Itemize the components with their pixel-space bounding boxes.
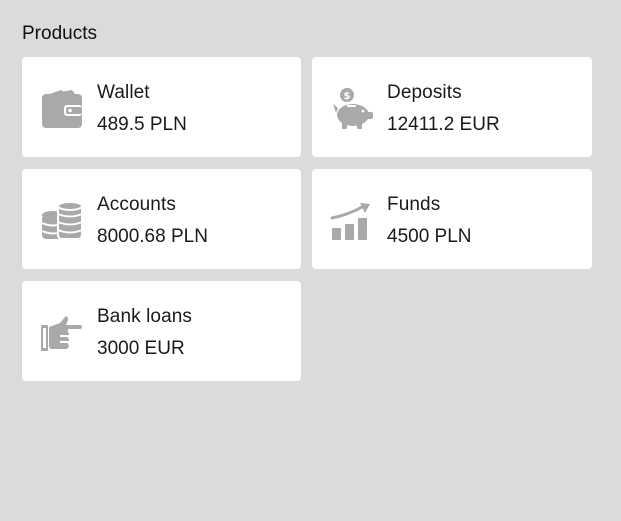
product-card-bank-loans[interactable]: Bank loans 3000 EUR bbox=[22, 281, 301, 381]
product-name: Accounts bbox=[97, 194, 176, 215]
product-amount: 3000 EUR bbox=[97, 338, 185, 359]
product-amount: 4500 PLN bbox=[387, 226, 472, 247]
product-amount: 489.5 PLN bbox=[97, 114, 187, 135]
product-name: Deposits bbox=[387, 82, 462, 103]
product-card-accounts[interactable]: Accounts 8000.68 PLN bbox=[22, 169, 301, 269]
product-name: Funds bbox=[387, 194, 441, 215]
product-amount: 12411.2 EUR bbox=[387, 114, 500, 135]
wallet-icon bbox=[40, 89, 84, 129]
product-card-deposits[interactable]: $ Deposits 12411.2 EUR bbox=[312, 57, 592, 157]
svg-text:$: $ bbox=[344, 91, 351, 102]
products-grid: Wallet 489.5 PLN $ Deposits 12411.2 EUR bbox=[22, 57, 592, 381]
piggy-bank-icon: $ bbox=[330, 88, 374, 129]
product-name: Wallet bbox=[97, 82, 150, 103]
product-card-funds[interactable]: Funds 4500 PLN bbox=[312, 169, 592, 269]
coins-icon bbox=[40, 201, 84, 241]
section-title: Products bbox=[22, 23, 97, 44]
growth-chart-icon bbox=[330, 201, 374, 241]
product-amount: 8000.68 PLN bbox=[97, 226, 208, 247]
product-name: Bank loans bbox=[97, 306, 193, 327]
product-card-wallet[interactable]: Wallet 489.5 PLN bbox=[22, 57, 301, 157]
hand-pointing-icon bbox=[40, 313, 84, 353]
